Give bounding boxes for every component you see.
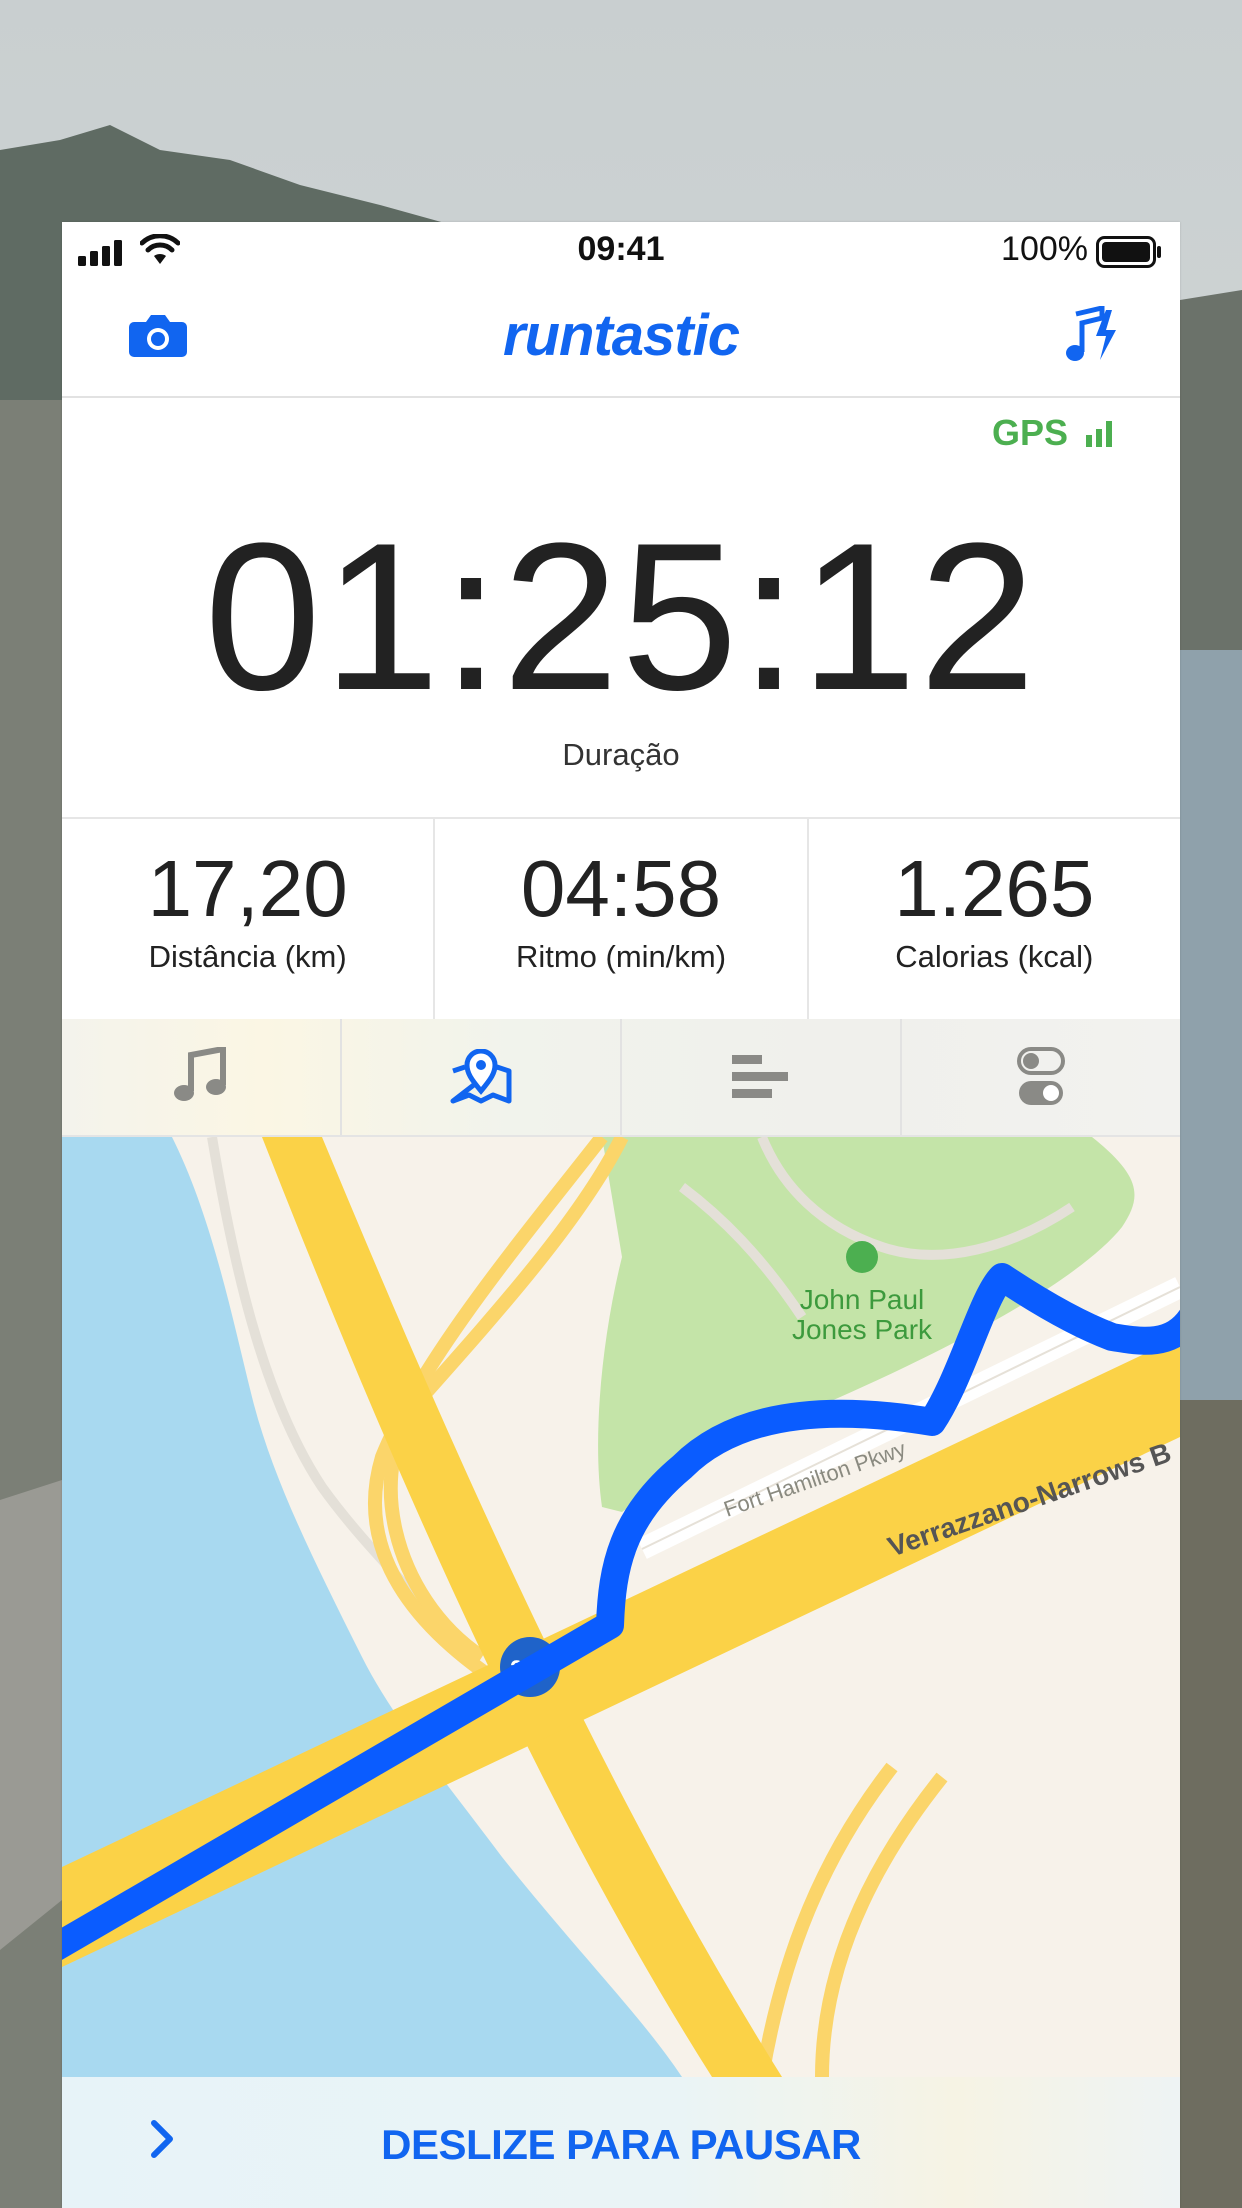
route-map[interactable]: John Paul Jones Park Fort Hamilton Pkwy … (62, 1137, 1180, 2077)
music-power-icon[interactable] (1062, 306, 1118, 366)
duration-value: 01:25:12 (204, 499, 1038, 734)
tab-map[interactable] (340, 1019, 620, 1135)
stat-value: 04:58 (520, 844, 722, 933)
tab-bar (62, 1019, 1180, 1137)
duration-label: Duração (562, 737, 680, 772)
gps-indicator: GPS (992, 412, 1112, 454)
tree-icon (846, 1241, 878, 1273)
phone-screen: 09:41 100% runtastic GPS 01:25:12 Duraçã… (62, 222, 1180, 2208)
stat-calories: 1.265 Calorias (kcal) (806, 819, 1180, 1019)
app-header: runtastic (62, 284, 1180, 398)
brand-logo: runtastic (503, 303, 740, 368)
slide-to-pause[interactable]: DESLIZE PARA PAUSAR (62, 2077, 1180, 2208)
gps-label: GPS (991, 412, 1068, 453)
bars-icon (732, 1055, 788, 1098)
battery-percentage: 100% (1001, 230, 1088, 268)
park-name-line1: John Paul (800, 1284, 925, 1315)
tab-settings[interactable] (900, 1019, 1180, 1135)
toggles-icon (1017, 1047, 1065, 1105)
music-note-icon (174, 1047, 226, 1101)
stat-label: Calorias (kcal) (895, 939, 1094, 974)
signal-strength-icon (1086, 421, 1112, 447)
stat-label: Ritmo (min/km) (515, 939, 727, 974)
tab-music[interactable] (62, 1019, 340, 1135)
stat-value: 17,20 (147, 844, 348, 933)
status-bar: 09:41 100% (62, 222, 1180, 284)
battery-icon (1096, 236, 1161, 268)
stat-pace: 04:58 Ritmo (min/km) (433, 819, 806, 1019)
stat-value: 1.265 (894, 844, 1095, 933)
map-pin-icon (450, 1049, 512, 1104)
park-name-line2: Jones Park (792, 1314, 933, 1345)
tab-stats[interactable] (620, 1019, 900, 1135)
stat-label: Distância (km) (148, 939, 347, 974)
stat-distance: 17,20 Distância (km) (62, 819, 433, 1019)
stats-row: 17,20 Distância (km) 04:58 Ritmo (min/km… (62, 817, 1180, 1021)
slide-to-pause-label: DESLIZE PARA PAUSAR (381, 2121, 861, 2168)
